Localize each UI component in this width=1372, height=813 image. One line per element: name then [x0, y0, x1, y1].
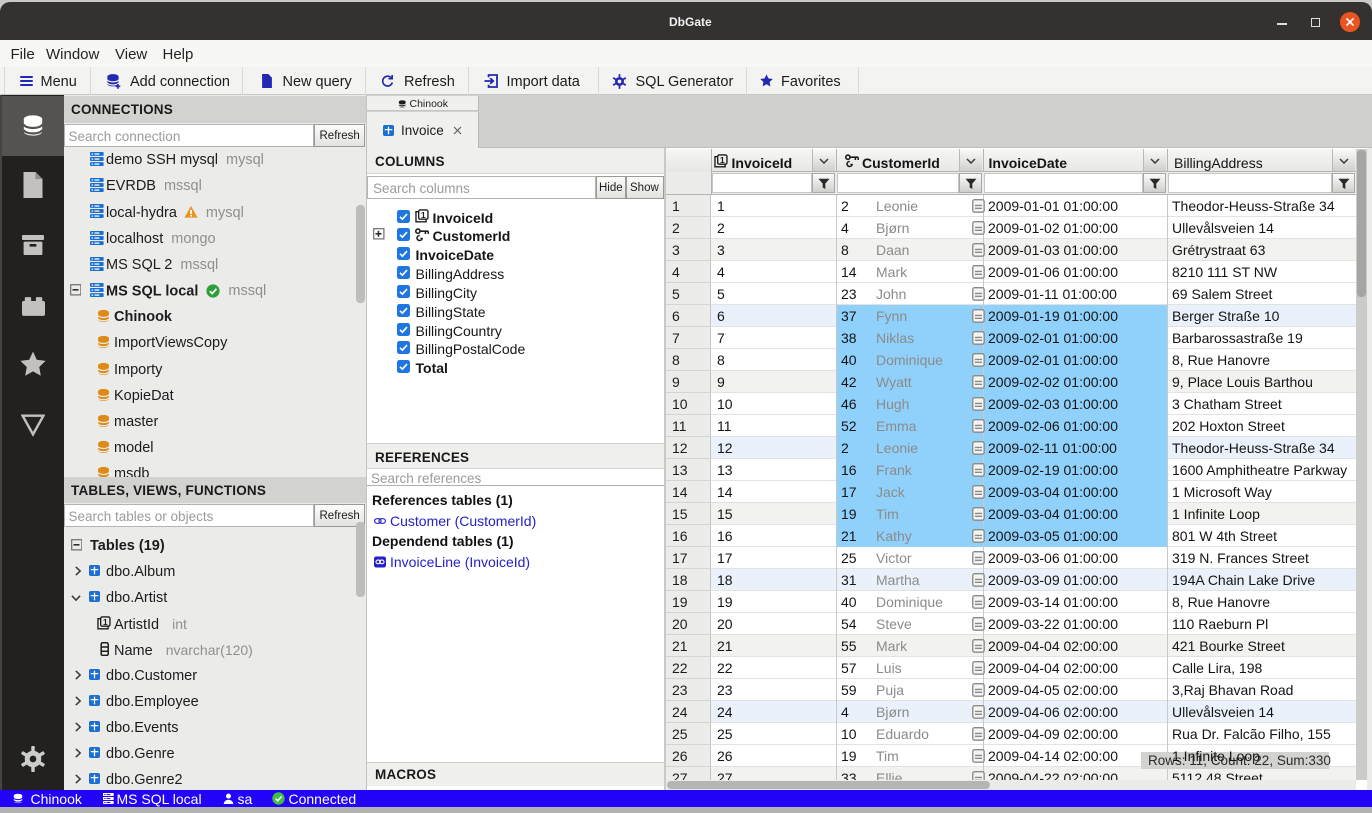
svg-text:1: 1	[720, 154, 725, 164]
svg-text:1: 1	[420, 209, 425, 219]
svg-text:1: 1	[102, 616, 107, 626]
